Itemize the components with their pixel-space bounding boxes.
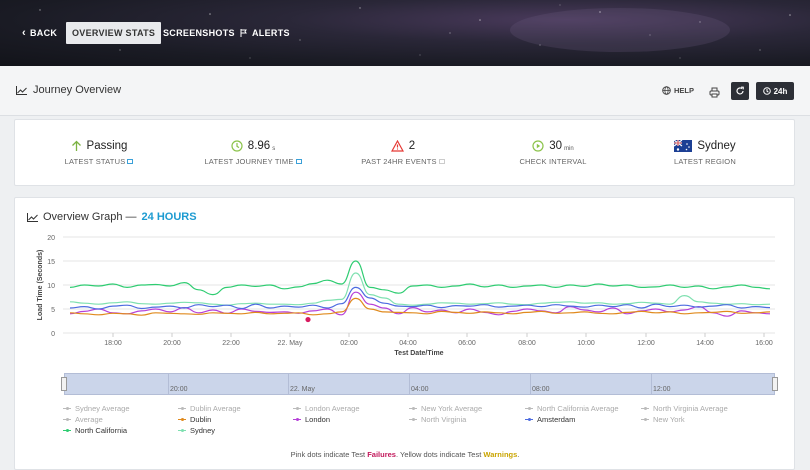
legend-label: Amsterdam — [537, 415, 576, 424]
legend-item-north-california[interactable]: North California — [63, 426, 127, 435]
printer-icon — [709, 87, 720, 98]
australia-flag-icon — [674, 140, 693, 152]
stat-check-interval: 30 min CHECK INTERVAL — [519, 140, 587, 166]
legend-marker-icon — [178, 428, 186, 433]
legend-marker-icon — [641, 417, 649, 422]
clock-icon — [231, 140, 243, 152]
line-chart-icon — [16, 85, 27, 95]
past-events-link[interactable]: PAST 24HR EVENTS — [328, 157, 478, 166]
flag-icon — [240, 29, 247, 37]
clock-icon — [762, 87, 771, 95]
graph-title: Overview Graph — 24 HOURS — [27, 211, 197, 223]
navigator-label: 04:00 — [411, 386, 429, 393]
legend-marker-icon — [293, 406, 301, 411]
latest-status-link[interactable]: LATEST STATUS — [24, 157, 174, 166]
legend-item-north-virginia[interactable]: North Virginia — [409, 415, 466, 424]
legend-label: Dublin Average — [190, 404, 241, 413]
print-button[interactable] — [709, 85, 720, 103]
legend-marker-icon — [178, 417, 186, 422]
external-link-icon — [438, 159, 445, 164]
legend-label: North California — [75, 426, 128, 435]
legend-label: London — [305, 415, 331, 424]
stat-latest-status: Passing LATEST STATUS — [24, 138, 174, 166]
legend-marker-icon — [641, 406, 649, 411]
time-range-button[interactable]: 24h — [756, 82, 794, 100]
play-icon — [532, 140, 544, 152]
legend-label: Dublin — [190, 415, 212, 424]
globe-icon — [662, 86, 671, 95]
legend-label: North Virginia Average — [653, 404, 728, 413]
navigator-label: 22. May — [290, 386, 315, 393]
legend-marker-icon — [525, 417, 533, 422]
header-banner: ‹ BACK OVERVIEW STATS SCREENSHOTS ALERTS — [0, 0, 810, 66]
legend-label: North Virginia — [421, 415, 467, 424]
legend-item-new-york[interactable]: New York — [641, 415, 685, 424]
external-link-icon — [295, 159, 302, 164]
legend-marker-icon — [178, 406, 186, 411]
legend-label: Sydney — [190, 426, 216, 435]
navigator-tick — [409, 374, 410, 394]
warning-icon — [390, 140, 404, 152]
legend-label: New York — [653, 415, 685, 424]
latest-journey-time-link[interactable]: LATEST JOURNEY TIME — [178, 157, 328, 166]
external-link-icon — [127, 159, 134, 164]
legend-marker-icon — [63, 417, 71, 422]
stat-past-events: 2 PAST 24HR EVENTS — [328, 138, 478, 166]
tab-overview-stats[interactable]: OVERVIEW STATS — [66, 22, 162, 44]
back-button[interactable]: ‹ BACK — [16, 22, 63, 44]
legend-item-new-york-average[interactable]: New York Average — [409, 404, 482, 413]
legend-item-london-average[interactable]: London Average — [293, 404, 360, 413]
legend-item-amsterdam[interactable]: Amsterdam — [525, 415, 575, 424]
graph-card — [14, 197, 795, 470]
navigator-tick — [288, 374, 289, 394]
stat-latest-journey-time: 8.96 s LATEST JOURNEY TIME — [178, 138, 328, 166]
line-chart-icon — [27, 212, 38, 222]
chevron-left-icon: ‹ — [22, 27, 26, 39]
navigator-handle-left[interactable] — [61, 377, 67, 391]
legend-label: Average — [75, 415, 103, 424]
legend-item-sydney-average[interactable]: Sydney Average — [63, 404, 130, 413]
legend-label: New York Average — [421, 404, 483, 413]
legend-marker-icon — [525, 406, 533, 411]
legend-item-north-virginia-average[interactable]: North Virginia Average — [641, 404, 728, 413]
legend-item-london[interactable]: London — [293, 415, 330, 424]
navigator-tick — [530, 374, 531, 394]
legend-note: Pink dots indicate Test Failures. Yellow… — [290, 450, 520, 459]
refresh-icon — [736, 86, 744, 95]
legend-label: London Average — [305, 404, 360, 413]
legend-marker-icon — [63, 406, 71, 411]
legend-item-sydney[interactable]: Sydney — [178, 426, 215, 435]
refresh-button[interactable] — [731, 82, 749, 100]
tab-alerts[interactable]: ALERTS — [234, 22, 296, 44]
legend-marker-icon — [293, 417, 301, 422]
tab-screenshots[interactable]: SCREENSHOTS — [157, 22, 241, 44]
legend-marker-icon — [409, 417, 417, 422]
legend-item-dublin-average[interactable]: Dublin Average — [178, 404, 241, 413]
navigator-tick — [651, 374, 652, 394]
legend-marker-icon — [63, 428, 71, 433]
legend-item-north-california-average[interactable]: North California Average — [525, 404, 619, 413]
navigator-label: 12:00 — [653, 386, 671, 393]
page-title: Journey Overview — [16, 84, 121, 96]
legend-marker-icon — [409, 406, 417, 411]
legend-item-average[interactable]: Average — [63, 415, 103, 424]
legend-label: Sydney Average — [75, 404, 130, 413]
help-button[interactable]: HELP — [662, 86, 694, 95]
stat-latest-region: Sydney LATEST REGION — [674, 140, 736, 166]
up-arrow-icon — [71, 140, 81, 151]
navigator-label: 20:00 — [170, 386, 188, 393]
legend-label: North California Average — [537, 404, 619, 413]
legend-item-dublin[interactable]: Dublin — [178, 415, 211, 424]
navigator-handle-right[interactable] — [772, 377, 778, 391]
navigator-tick — [168, 374, 169, 394]
navigator-label: 08:00 — [532, 386, 550, 393]
